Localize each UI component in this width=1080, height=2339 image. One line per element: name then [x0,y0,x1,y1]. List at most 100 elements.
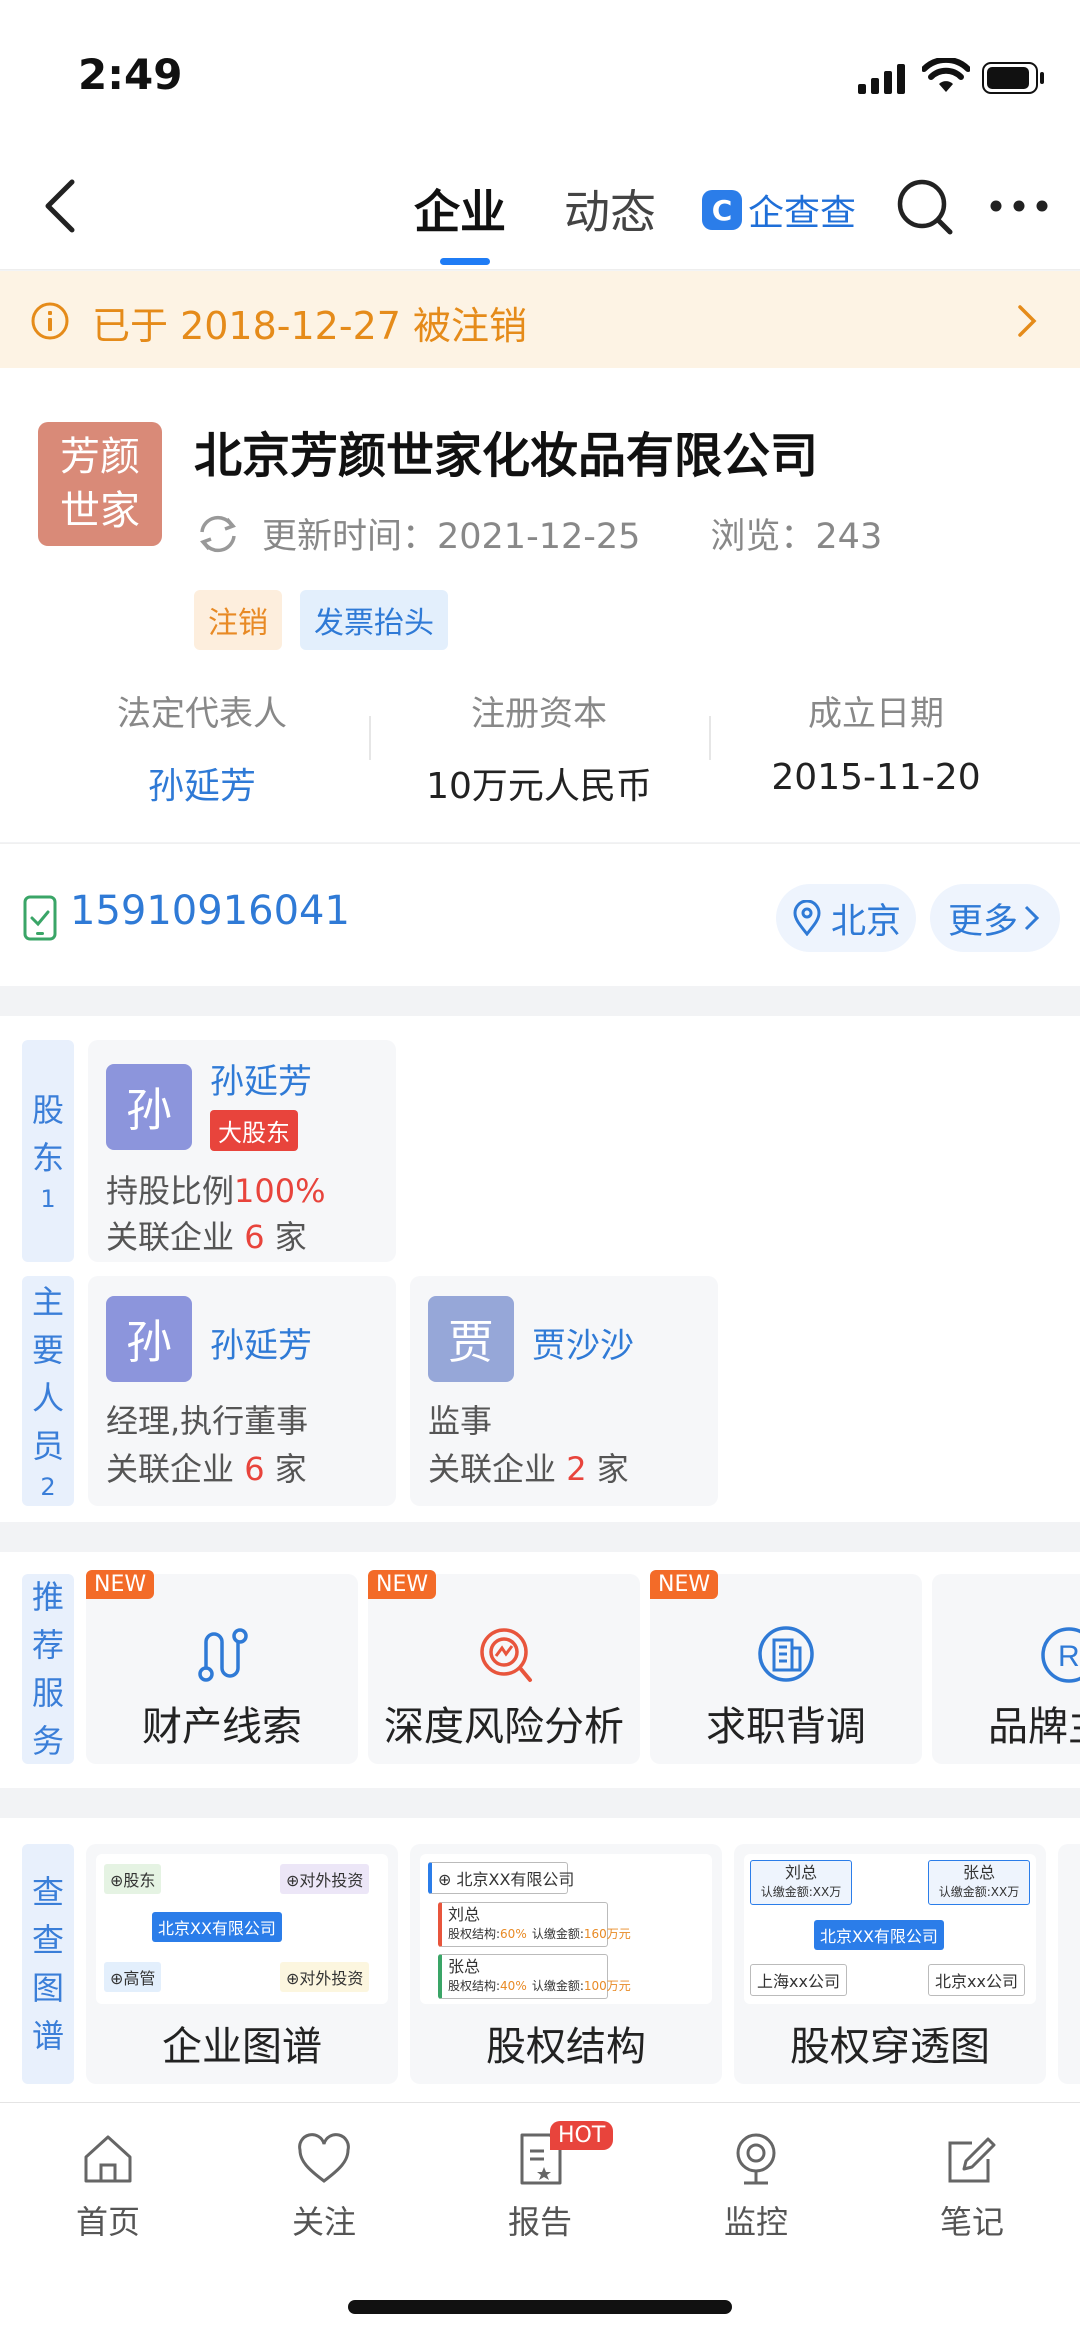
chacha-graphs: 查 查 图 谱 ⊕股东 ⊕对外投资 北京XX有限公司 ⊕高管 ⊕对外投资 企业图… [0,1818,1080,2102]
avatar: 孙 [106,1296,192,1382]
thumb-center-node: 北京XX有限公司 [814,1920,944,1950]
related-companies: 关联企业 6 家 [106,1212,307,1258]
avatar: 贾 [428,1296,514,1382]
back-arrow-icon[interactable] [36,176,86,236]
personnel-count: 2 [40,1473,56,1501]
graph-label: 股权穿透图 [790,2024,990,2070]
holding-ratio-label: 持股比例 [106,1172,235,1210]
thumb-row-amount-label: 认缴金额: [531,1927,584,1941]
contact-row: 15910916041 北京 更多 [0,843,1080,986]
personnel-label[interactable]: 主 要 人 员 2 [22,1276,74,1506]
building-search-icon [758,1626,814,1682]
legal-rep-link[interactable]: 孙延芳 [32,757,372,809]
deregistered-banner[interactable]: 已于 2018-12-27 被注销 [0,271,1080,368]
thumb-row-ratio: 40% [500,1979,527,1993]
shareholders-label[interactable]: 股 东 1 [22,1040,74,1262]
personnel-card[interactable]: 贾 贾沙沙 监事 关联企业 2 家 [410,1276,718,1506]
status-bar: 2:49 [0,0,1080,150]
related-suffix: 家 [596,1450,629,1488]
view-count: 浏览：243 [710,517,883,557]
shareholders-label-char: 东 [31,1139,64,1177]
graphs-label: 查 查 图 谱 [22,1844,74,2084]
service-card-background-check[interactable]: NEW 求职背调 [650,1570,922,1764]
shareholder-card[interactable]: 孙 孙延芳 大股东 持股比例100% 关联企业 6 家 [88,1040,396,1262]
tab-home[interactable]: 首页 [38,2129,178,2243]
invoice-title-tag[interactable]: 发票抬头 [300,590,448,650]
person-role: 经理,执行董事 [106,1402,309,1440]
thumb-row-amount-label: 认缴金额: [531,1979,584,1993]
graph-card-equity-penetration[interactable]: 刘总 认缴金额:XX万 张总 认缴金额:XX万 北京XX有限公司 上海xx公司 … [734,1844,1046,2084]
company-logo: 芳颜世家 [38,422,162,546]
tab-follow[interactable]: 关注 [254,2129,394,2243]
service-card-risk-analysis[interactable]: NEW 深度风险分析 [368,1570,640,1764]
status-time: 2:49 [78,50,183,99]
active-tab-indicator [440,258,490,265]
cellular-signal-icon [858,64,905,94]
founded-label: 成立日期 [808,694,944,734]
shareholders-count: 1 [40,1185,56,1213]
graph-card-partial[interactable] [1058,1844,1080,2084]
status-tags: 注销 发票抬头 [194,590,466,650]
enterprise-graph-thumbnail: ⊕股东 ⊕对外投资 北京XX有限公司 ⊕高管 ⊕对外投资 [96,1854,388,2004]
tab-label: 关注 [291,2203,356,2241]
related-prefix: 关联企业 [428,1450,557,1488]
person-name[interactable]: 贾沙沙 [532,1318,634,1367]
thumb-node-name: 刘总 [784,1863,817,1882]
more-options-icon[interactable] [988,194,1050,218]
new-badge: NEW [86,1570,155,1599]
thumb-node-label: 对外投资 [299,1969,364,1988]
phone-number-link[interactable]: 15910916041 [70,888,350,934]
company-header: 芳颜世家 北京芳颜世家化妆品有限公司 更新时间：2021-12-25 浏览：24… [0,368,1080,842]
svg-text:R: R [1058,1640,1080,1673]
thumb-node: 张总 认缴金额:XX万 [928,1860,1030,1905]
brand-mark-icon: C [702,190,742,230]
tab-label: 首页 [75,2203,140,2241]
heart-icon [298,2133,350,2183]
legal-rep-label: 法定代表人 [117,694,287,734]
tab-notes[interactable]: 笔记 [902,2129,1042,2243]
service-card-brand[interactable]: R 品牌主 [932,1574,1080,1764]
graphs-label-char: 查 [31,1873,64,1911]
service-card-asset-clues[interactable]: NEW 财产线索 [86,1570,358,1764]
refresh-icon[interactable] [194,510,242,558]
search-icon[interactable] [894,176,956,238]
graph-card-equity-structure[interactable]: ⊕ 北京XX有限公司 刘总 股权结构:60% 认缴金额:160万元 张总 股权结… [410,1844,722,2084]
person-name[interactable]: 孙延芳 [210,1318,312,1367]
graph-card-enterprise[interactable]: ⊕股东 ⊕对外投资 北京XX有限公司 ⊕高管 ⊕对外投资 企业图谱 [86,1844,398,2084]
thumb-node-amount: 认缴金额:XX万 [760,1885,842,1899]
tab-monitor[interactable]: 监控 [686,2129,826,2243]
camera-icon [736,2133,776,2185]
location-button[interactable]: 北京 [776,884,916,952]
services-label-char: 推 [31,1578,64,1616]
location-pin-icon [793,900,821,936]
avatar: 孙 [106,1064,192,1150]
thumb-node: ⊕高管 [104,1962,162,1992]
home-indicator[interactable] [348,2300,732,2314]
thumb-row: 刘总 股权结构:60% 认缴金额:160万元 [438,1902,631,1947]
status-badge: 注销 [194,590,282,650]
shareholder-name[interactable]: 孙延芳 [210,1054,312,1103]
update-time: 更新时间：2021-12-25 [262,517,641,557]
tab-company[interactable]: 企业 [414,176,506,242]
risk-analysis-icon [480,1628,532,1682]
holding-ratio: 持股比例100% [106,1166,326,1212]
brand-logo: C 企查查 [702,186,856,234]
verified-phone-icon [23,895,57,941]
equity-structure-thumbnail: ⊕ 北京XX有限公司 刘总 股权结构:60% 认缴金额:160万元 张总 股权结… [420,1854,712,2004]
service-label: 品牌主 [988,1704,1080,1750]
related-prefix: 关联企业 [106,1450,235,1488]
more-info-button[interactable]: 更多 [930,884,1060,952]
related-count: 6 [244,1450,265,1488]
related-prefix: 关联企业 [106,1218,235,1256]
recommended-services: 推 荐 服 务 NEW 财产线索 NEW 深度风险分析 NEW 求职背调 R 品… [0,1552,1080,1788]
hot-badge: HOT [550,2121,614,2150]
note-icon [948,2137,996,2183]
personnel-label-char: 员 [31,1427,64,1465]
tab-updates[interactable]: 动态 [564,176,656,242]
service-label: 求职背调 [706,1704,866,1750]
services-label-char: 务 [31,1722,64,1760]
personnel-card[interactable]: 孙 孙延芳 经理,执行董事 关联企业 6 家 [88,1276,396,1506]
thumb-node-name: 张总 [962,1863,995,1882]
tab-report[interactable]: HOT 报告 [470,2121,614,2243]
graphs-label-char: 查 [31,1921,64,1959]
